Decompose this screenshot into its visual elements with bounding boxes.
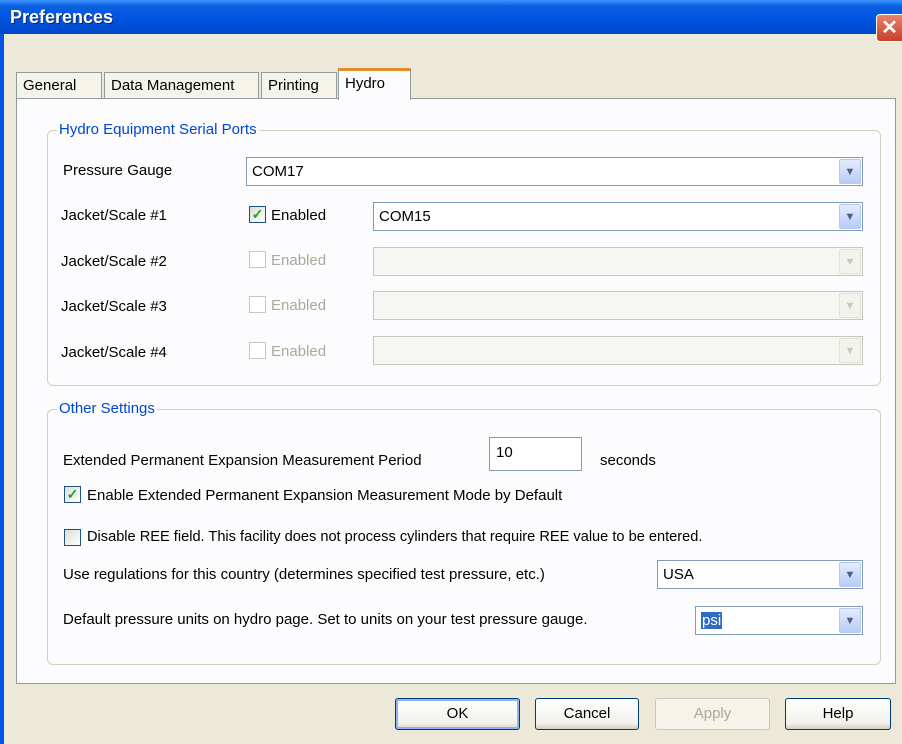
chevron-down-icon: ▼ bbox=[839, 338, 861, 363]
jacket-3-enabled-label: Enabled bbox=[271, 297, 327, 314]
pressure-units-label: Default pressure units on hydro page. Se… bbox=[63, 611, 588, 628]
chevron-down-icon[interactable]: ▼ bbox=[839, 204, 861, 229]
pressure-units-select[interactable]: psi ▼ bbox=[695, 606, 863, 635]
jacket-1-value: COM15 bbox=[379, 208, 431, 225]
window-frame bbox=[0, 34, 4, 744]
jacket-1-checkbox[interactable]: ✓ bbox=[249, 206, 266, 223]
country-select[interactable]: USA ▼ bbox=[657, 560, 863, 589]
disable-ree-label[interactable]: Disable REE field. This facility does no… bbox=[87, 529, 702, 545]
enable-extended-mode-checkbox[interactable]: ✓ bbox=[64, 486, 81, 503]
help-button[interactable]: Help bbox=[785, 698, 891, 730]
measurement-period-label: Extended Permanent Expansion Measurement… bbox=[63, 452, 422, 469]
pressure-units-value: psi bbox=[701, 612, 723, 629]
jacket-3-checkbox bbox=[249, 296, 266, 313]
country-label: Use regulations for this country (determ… bbox=[63, 566, 545, 583]
jacket-4-label: Jacket/Scale #4 bbox=[61, 344, 167, 361]
pressure-gauge-value: COM17 bbox=[252, 163, 304, 180]
other-settings-legend: Other Settings bbox=[57, 400, 157, 417]
cancel-button[interactable]: Cancel bbox=[535, 698, 639, 730]
pressure-gauge-label: Pressure Gauge bbox=[63, 162, 173, 179]
jacket-3-label: Jacket/Scale #3 bbox=[61, 298, 167, 315]
jacket-2-label: Jacket/Scale #2 bbox=[61, 253, 167, 270]
chevron-down-icon[interactable]: ▼ bbox=[839, 562, 861, 587]
close-icon[interactable]: ✕ bbox=[876, 14, 902, 42]
serial-ports-legend: Hydro Equipment Serial Ports bbox=[57, 121, 259, 138]
window-title: Preferences bbox=[10, 7, 114, 27]
chevron-down-icon[interactable]: ▼ bbox=[839, 159, 861, 184]
disable-ree-checkbox[interactable] bbox=[64, 529, 81, 546]
apply-button: Apply bbox=[655, 698, 770, 730]
measurement-period-value: 10 bbox=[496, 444, 513, 461]
measurement-period-input[interactable]: 10 bbox=[489, 437, 582, 471]
jacket-1-enabled-label[interactable]: Enabled bbox=[271, 207, 326, 224]
ok-button[interactable]: OK bbox=[395, 698, 520, 730]
jacket-4-enabled-label: Enabled bbox=[271, 343, 327, 360]
tab-data-management[interactable]: Data Management bbox=[104, 72, 259, 99]
tab-panel-hydro: Hydro Equipment Serial Ports Pressure Ga… bbox=[16, 98, 896, 684]
chevron-down-icon[interactable]: ▼ bbox=[839, 608, 861, 633]
title-bar[interactable]: Preferences bbox=[0, 0, 902, 34]
jacket-2-checkbox bbox=[249, 251, 266, 268]
enable-extended-mode-label[interactable]: Enable Extended Permanent Expansion Meas… bbox=[87, 487, 562, 504]
jacket-4-checkbox bbox=[249, 342, 266, 359]
tab-general[interactable]: General bbox=[16, 72, 102, 99]
country-value: USA bbox=[663, 566, 694, 583]
jacket-2-select: ▼ bbox=[373, 247, 863, 276]
pressure-gauge-select[interactable]: COM17 ▼ bbox=[246, 157, 863, 186]
tab-hydro[interactable]: Hydro bbox=[338, 68, 411, 100]
jacket-3-select: ▼ bbox=[373, 291, 863, 320]
chevron-down-icon: ▼ bbox=[839, 293, 861, 318]
chevron-down-icon: ▼ bbox=[839, 249, 861, 274]
tab-printing[interactable]: Printing bbox=[261, 72, 337, 99]
measurement-period-unit: seconds bbox=[600, 452, 656, 469]
jacket-1-label: Jacket/Scale #1 bbox=[61, 207, 167, 224]
jacket-1-select[interactable]: COM15 ▼ bbox=[373, 202, 863, 231]
jacket-4-select: ▼ bbox=[373, 336, 863, 365]
jacket-2-enabled-label: Enabled bbox=[271, 252, 327, 269]
